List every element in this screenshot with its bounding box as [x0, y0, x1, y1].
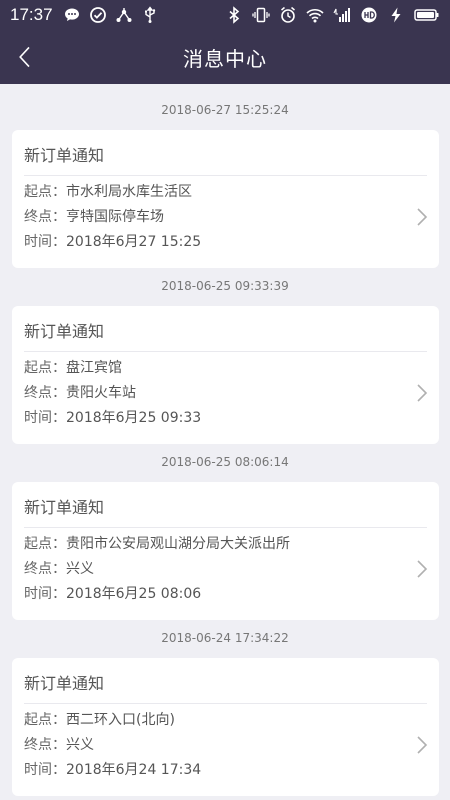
start-line: 起点：西二环入口(北向): [24, 710, 175, 730]
time-value: 2018年6月25 09:33: [66, 410, 202, 426]
time-line: 时间：2018年6月24 17:34: [24, 760, 201, 780]
message-card[interactable]: 新订单通知 起点：贵阳市公安局观山湖分局大关派出所 终点：兴义 时间：2018年…: [12, 482, 439, 620]
time-label: 时间：: [24, 234, 66, 250]
end-value: 兴义: [66, 561, 94, 577]
start-label: 起点：: [24, 184, 66, 200]
card-divider: [24, 175, 427, 176]
card-title: 新订单通知: [24, 322, 105, 341]
card-divider: [24, 351, 427, 352]
page-title: 消息中心: [183, 46, 267, 71]
usb-icon: [141, 6, 159, 24]
message-timestamp: 2018-06-25 09:33:39: [161, 279, 289, 293]
start-line: 起点：市水利局水库生活区: [24, 182, 192, 202]
message-list[interactable]: 2018-06-27 15:25:24 新订单通知 起点：市水利局水库生活区 终…: [0, 84, 450, 800]
end-label: 终点：: [24, 561, 66, 577]
hd-icon: [360, 6, 378, 24]
time-value: 2018年6月27 15:25: [66, 234, 202, 250]
end-label: 终点：: [24, 385, 66, 401]
time-line: 时间：2018年6月27 15:25: [24, 232, 201, 252]
vibrate-icon: [252, 6, 270, 24]
end-line: 终点：亨特国际停车场: [24, 207, 164, 227]
time-label: 时间：: [24, 410, 66, 426]
chevron-left-icon: [19, 46, 30, 68]
time-value: 2018年6月24 17:34: [66, 762, 202, 778]
back-button[interactable]: [8, 39, 42, 75]
start-value: 市水利局水库生活区: [66, 184, 192, 200]
card-title: 新订单通知: [24, 674, 105, 693]
start-label: 起点：: [24, 360, 66, 376]
card-title: 新订单通知: [24, 146, 105, 165]
chevron-right-icon: [417, 560, 428, 578]
status-time: 17:37: [10, 5, 53, 24]
status-left: 17:37: [10, 5, 225, 25]
status-bar: 17:37: [0, 0, 450, 30]
card-divider: [24, 703, 427, 704]
card-title: 新订单通知: [24, 498, 105, 517]
start-line: 起点：盘江宾馆: [24, 358, 122, 378]
wifi-icon: [306, 6, 324, 24]
share-network-icon: [115, 6, 133, 24]
message-card[interactable]: 新订单通知 起点：市水利局水库生活区 终点：亨特国际停车场 时间：2018年6月…: [12, 130, 439, 268]
nav-bar: 消息中心: [0, 30, 450, 84]
message-card[interactable]: 新订单通知 起点：西二环入口(北向) 终点：兴义 时间：2018年6月24 17…: [12, 658, 439, 796]
start-line: 起点：贵阳市公安局观山湖分局大关派出所: [24, 534, 290, 554]
start-value: 贵阳市公安局观山湖分局大关派出所: [66, 536, 290, 552]
end-value: 贵阳火车站: [66, 385, 136, 401]
time-line: 时间：2018年6月25 09:33: [24, 408, 201, 428]
card-divider: [24, 527, 427, 528]
chevron-right-icon: [417, 736, 428, 754]
start-value: 西二环入口(北向): [66, 712, 175, 728]
time-label: 时间：: [24, 762, 66, 778]
end-line: 终点：兴义: [24, 735, 94, 755]
time-value: 2018年6月25 08:06: [66, 586, 202, 602]
message-timestamp: 2018-06-25 08:06:14: [161, 455, 289, 469]
message-timestamp: 2018-06-24 17:34:22: [161, 631, 289, 645]
time-line: 时间：2018年6月25 08:06: [24, 584, 201, 604]
bluetooth-icon: [225, 6, 243, 24]
end-label: 终点：: [24, 737, 66, 753]
message-timestamp: 2018-06-27 15:25:24: [161, 103, 289, 117]
time-label: 时间：: [24, 586, 66, 602]
end-value: 亨特国际停车场: [66, 209, 164, 225]
signal-4g-icon: [333, 6, 351, 24]
chevron-right-icon: [417, 208, 428, 226]
status-right: [225, 6, 440, 24]
end-label: 终点：: [24, 209, 66, 225]
message-card[interactable]: 新订单通知 起点：盘江宾馆 终点：贵阳火车站 时间：2018年6月25 09:3…: [12, 306, 439, 444]
charging-icon: [387, 6, 405, 24]
alarm-icon: [279, 6, 297, 24]
end-value: 兴义: [66, 737, 94, 753]
battery-icon: [414, 6, 440, 24]
end-line: 终点：兴义: [24, 559, 94, 579]
end-line: 终点：贵阳火车站: [24, 383, 136, 403]
chevron-right-icon: [417, 384, 428, 402]
start-label: 起点：: [24, 712, 66, 728]
start-value: 盘江宾馆: [66, 360, 122, 376]
start-label: 起点：: [24, 536, 66, 552]
chat-bubble-icon: [63, 6, 81, 24]
check-circle-icon: [89, 6, 107, 24]
